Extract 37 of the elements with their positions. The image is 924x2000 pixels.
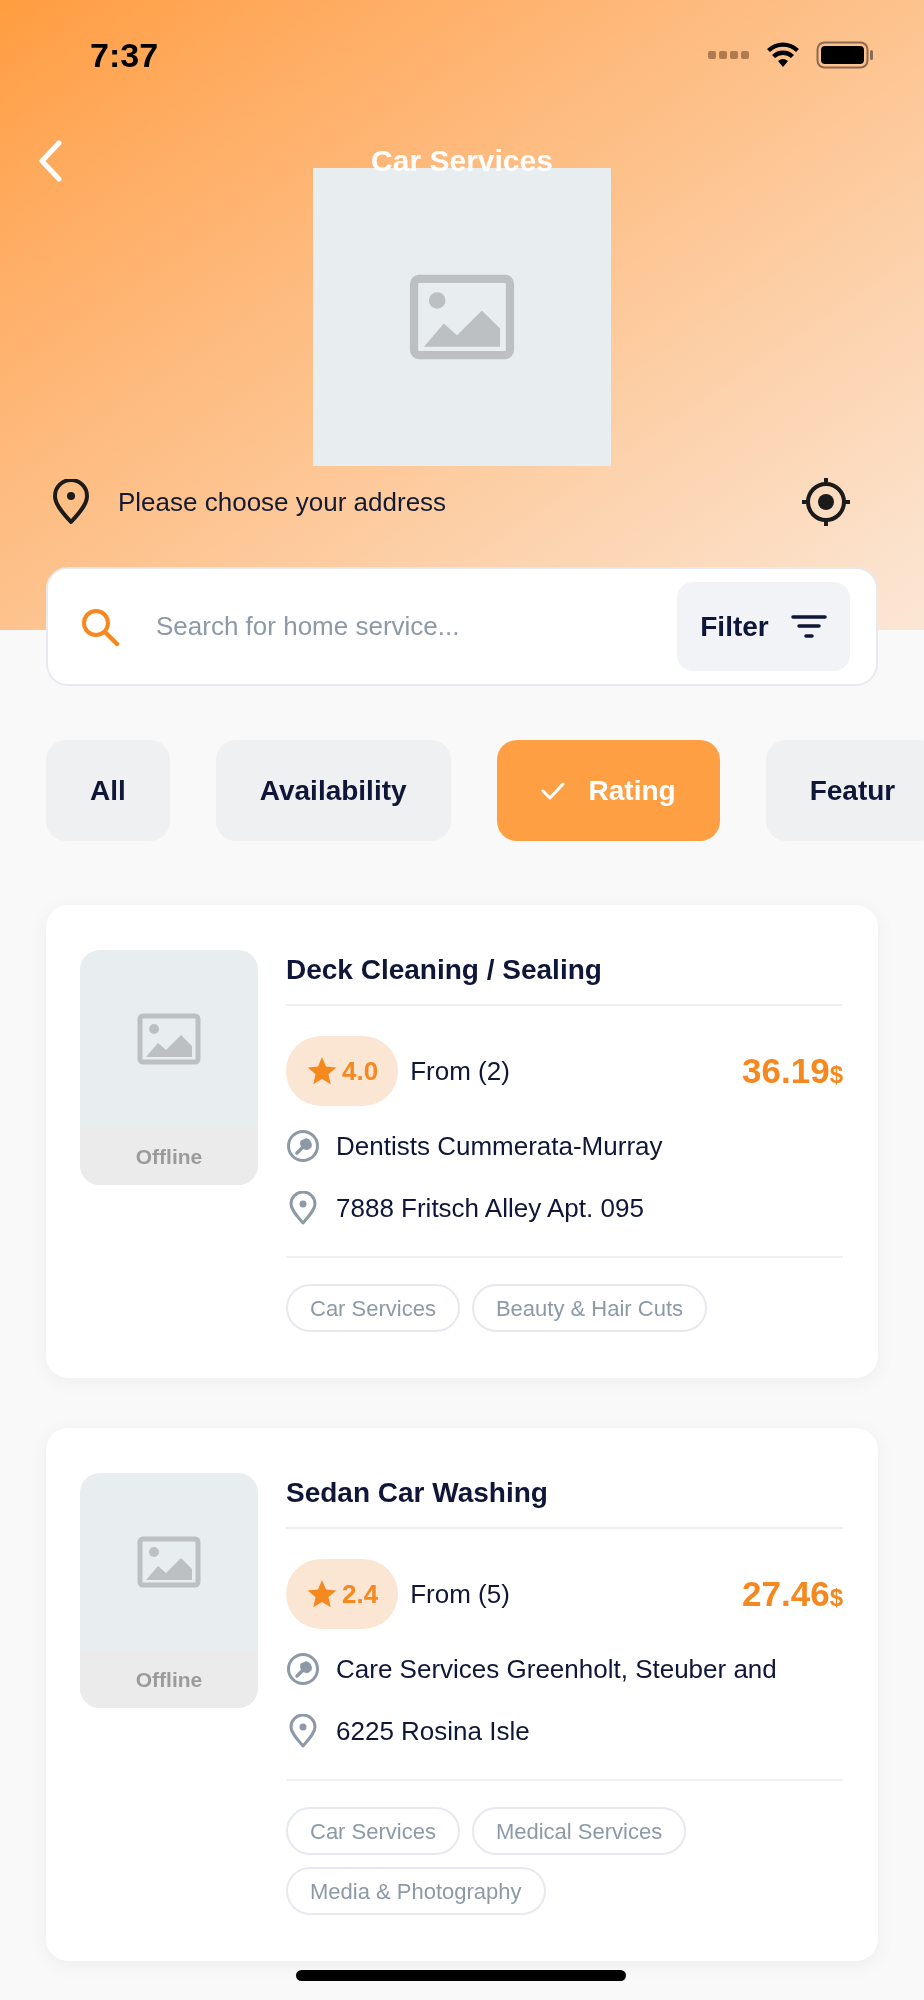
filter-chip[interactable]: Featur <box>765 740 924 841</box>
address-prompt[interactable]: Please choose your address <box>118 482 447 522</box>
service-title: Deck Cleaning / Sealing <box>286 953 603 987</box>
search-icon <box>80 606 120 647</box>
rating-badge: 4.0 <box>286 1036 399 1106</box>
status-time: 7:37 <box>90 34 159 76</box>
rating-badge: 2.4 <box>286 1559 399 1629</box>
review-count: From (5) <box>410 1577 510 1611</box>
image-icon <box>408 274 516 360</box>
image-icon <box>137 1536 201 1588</box>
service-address: 6225 Rosina Isle <box>336 1714 530 1748</box>
wrench-icon <box>286 1129 320 1163</box>
location-pin-icon <box>52 479 90 525</box>
filter-chip[interactable]: All <box>46 740 170 841</box>
price-label: 36.19$ <box>742 1049 843 1092</box>
star-icon <box>306 1055 338 1087</box>
star-icon <box>306 1578 338 1610</box>
check-icon <box>540 781 565 800</box>
status-label: Offline <box>135 1666 203 1693</box>
service-address: 7888 Fritsch Alley Apt. 095 <box>336 1191 644 1225</box>
filter-chip[interactable]: Availability <box>215 740 451 841</box>
locate-target-icon[interactable] <box>800 476 852 528</box>
search-input[interactable]: Search for home service... <box>156 607 677 646</box>
filter-button[interactable]: Filter <box>677 582 850 671</box>
price-label: 27.46$ <box>742 1572 843 1615</box>
image-icon <box>137 1013 201 1065</box>
service-title: Sedan Car Washing <box>286 1476 549 1510</box>
signal-icon <box>708 49 750 61</box>
review-count: From (2) <box>410 1054 510 1088</box>
wifi-icon <box>766 42 800 68</box>
status-label: Offline <box>135 1143 203 1170</box>
battery-icon <box>816 41 874 69</box>
search-bar[interactable]: Search for home service... Filter <box>46 567 878 686</box>
provider-name: Care Services Greenholt, Steuber and <box>336 1652 777 1686</box>
provider-name: Dentists Cummerata-Murray <box>336 1129 663 1163</box>
filter-icon <box>790 613 827 640</box>
wrench-icon <box>286 1652 320 1686</box>
